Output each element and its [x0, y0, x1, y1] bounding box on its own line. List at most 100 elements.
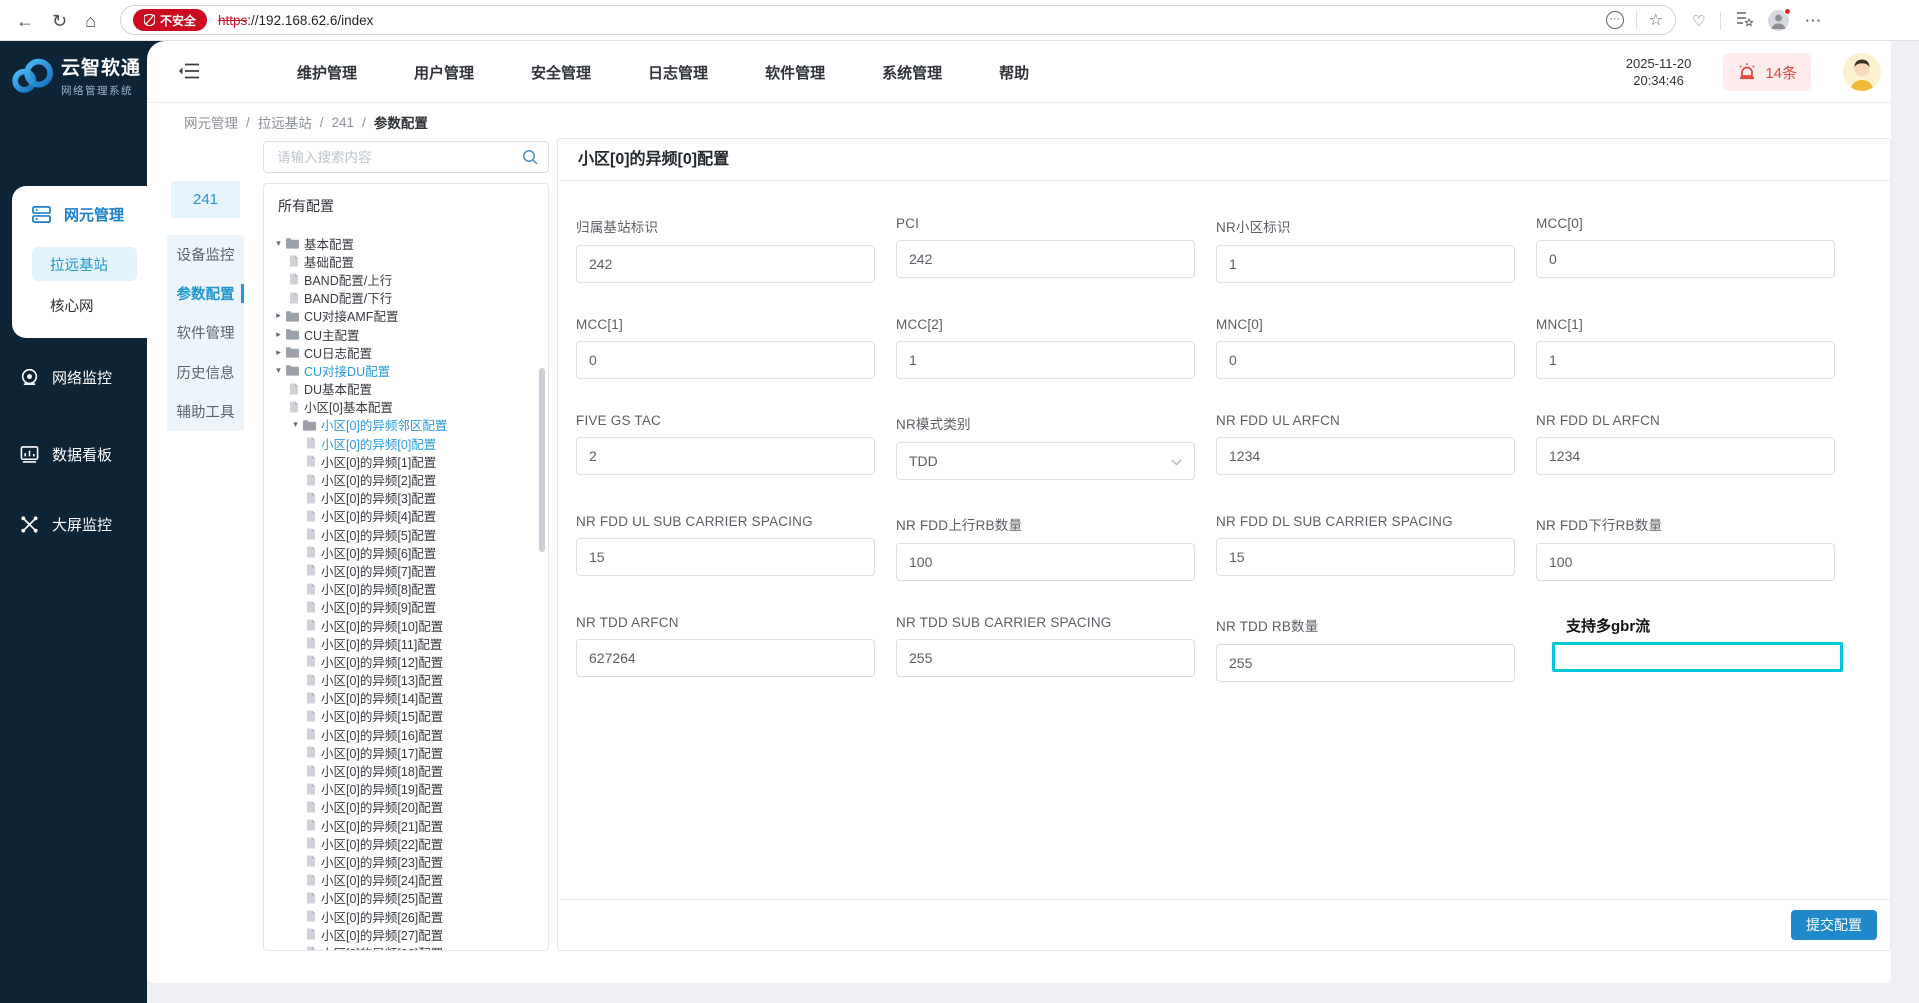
tree-node[interactable]: 小区[0]的异频[27]配置	[264, 925, 548, 943]
tree-node[interactable]: 小区[0]的异频[8]配置	[264, 580, 548, 598]
tree-node[interactable]: 小区[0]的异频[3]配置	[264, 489, 548, 507]
form-field-select[interactable]: TDD	[896, 442, 1195, 480]
sidebar-item-network-monitor[interactable]: 网络监控	[20, 367, 112, 388]
tree-node[interactable]: 小区[0]的异频[18]配置	[264, 761, 548, 779]
tree-node[interactable]: ▾ 基本配置	[264, 234, 548, 252]
form-field-input[interactable]	[1216, 644, 1515, 682]
tree-node[interactable]: 小区[0]的异频[23]配置	[264, 852, 548, 870]
alarm-badge[interactable]: 14条	[1723, 53, 1811, 91]
top-nav-item[interactable]: 安全管理	[531, 62, 591, 83]
tree-node[interactable]: 小区[0]的异频[22]配置	[264, 834, 548, 852]
sidebar-item-big-screen[interactable]: 大屏监控	[20, 514, 112, 535]
search-icon[interactable]	[522, 149, 539, 171]
mini-menu-item[interactable]: 软件管理	[167, 313, 244, 352]
sidebar-item-data-dashboard[interactable]: 数据看板	[20, 444, 112, 465]
collections-icon[interactable]	[1736, 10, 1755, 31]
form-field-input[interactable]	[1552, 642, 1843, 672]
tree-node[interactable]: 小区[0]的异频[21]配置	[264, 816, 548, 834]
tree-node[interactable]: 小区[0]的异频[16]配置	[264, 725, 548, 743]
tree-node[interactable]: 基础配置	[264, 252, 548, 270]
form-field-input[interactable]	[576, 639, 875, 677]
form-field-input[interactable]	[896, 240, 1195, 278]
browser-home-icon[interactable]: ⌂	[85, 12, 96, 30]
security-badge[interactable]: 不安全	[133, 9, 208, 31]
caret-right-icon[interactable]: ▸	[272, 310, 285, 321]
caret-right-icon[interactable]: ▸	[272, 347, 285, 358]
tree-node[interactable]: 小区[0]的异频[26]配置	[264, 907, 548, 925]
browser-menu-icon[interactable]: ⋯	[1804, 11, 1821, 31]
form-field-input[interactable]	[1536, 437, 1835, 475]
breadcrumb-item[interactable]: 网元管理	[184, 112, 238, 132]
caret-right-icon[interactable]: ▸	[272, 329, 285, 340]
tree-node[interactable]: 小区[0]的异频[15]配置	[264, 707, 548, 725]
browser-essentials-icon[interactable]: ♡	[1692, 12, 1705, 30]
mini-menu-item[interactable]: 辅助工具	[167, 392, 244, 431]
breadcrumb-item[interactable]: 241	[332, 115, 355, 130]
tree-node[interactable]: ▾ 小区[0]的异频邻区配置	[264, 416, 548, 434]
tree-node[interactable]: ▸ CU对接AMF配置	[264, 307, 548, 325]
tree-node[interactable]: 小区[0]基本配置	[264, 398, 548, 416]
tree-node[interactable]: ▸ CU主配置	[264, 325, 548, 343]
form-field-input[interactable]	[576, 245, 875, 283]
caret-down-icon[interactable]: ▾	[272, 365, 285, 376]
tree-node[interactable]: 小区[0]的异频[13]配置	[264, 671, 548, 689]
form-field-input[interactable]	[1536, 341, 1835, 379]
top-nav-item[interactable]: 维护管理	[297, 62, 357, 83]
tree-node[interactable]: 小区[0]的异频[5]配置	[264, 525, 548, 543]
form-field-input[interactable]	[896, 639, 1195, 677]
tree-node[interactable]: 小区[0]的异频[12]配置	[264, 652, 548, 670]
tree-node[interactable]: ▸ CU日志配置	[264, 343, 548, 361]
form-field-input[interactable]	[576, 437, 875, 475]
tree-node[interactable]: BAND配置/下行	[264, 289, 548, 307]
user-avatar[interactable]	[1843, 53, 1881, 91]
tree-node[interactable]: 小区[0]的异频[28]配置	[264, 943, 548, 950]
tree-node[interactable]: 小区[0]的异频[20]配置	[264, 798, 548, 816]
top-nav-item[interactable]: 用户管理	[414, 62, 474, 83]
tree-node[interactable]: 小区[0]的异频[24]配置	[264, 871, 548, 889]
breadcrumb-item[interactable]: 拉远基站	[258, 112, 312, 132]
tree-scrollbar[interactable]	[539, 368, 545, 552]
form-field-input[interactable]	[576, 341, 875, 379]
sidebar-subitem-remote-station[interactable]: 拉远基站	[32, 247, 137, 281]
tree-node[interactable]: 小区[0]的异频[0]配置	[264, 434, 548, 452]
browser-profile-icon[interactable]	[1768, 8, 1792, 31]
tree-node[interactable]: 小区[0]的异频[4]配置	[264, 507, 548, 525]
caret-down-icon[interactable]: ▾	[272, 238, 285, 249]
tree-node[interactable]: 小区[0]的异频[2]配置	[264, 470, 548, 488]
tree-node[interactable]: 小区[0]的异频[9]配置	[264, 598, 548, 616]
sidebar-item-network-elements[interactable]: 网元管理	[32, 204, 124, 225]
mini-menu-item[interactable]: 设备监控	[167, 235, 244, 274]
station-tab-241[interactable]: 241	[171, 181, 240, 218]
address-bar[interactable]: 不安全 https://192.168.62.6/index ⋯ ☆	[120, 5, 1676, 35]
tree-node[interactable]: BAND配置/上行	[264, 270, 548, 288]
tree-node[interactable]: 小区[0]的异频[1]配置	[264, 452, 548, 470]
sidebar-collapse-icon[interactable]	[178, 61, 200, 86]
top-nav-item[interactable]: 系统管理	[882, 62, 942, 83]
permissions-icon[interactable]: ⋯	[1605, 11, 1624, 29]
top-nav-item[interactable]: 日志管理	[648, 62, 708, 83]
tree-node[interactable]: 小区[0]的异频[25]配置	[264, 889, 548, 907]
form-field-input[interactable]	[896, 543, 1195, 581]
tree-node[interactable]: 小区[0]的异频[11]配置	[264, 634, 548, 652]
form-field-input[interactable]	[1536, 240, 1835, 278]
favorite-star-icon[interactable]: ☆	[1649, 10, 1663, 30]
form-field-input[interactable]	[1216, 437, 1515, 475]
tree-node[interactable]: 小区[0]的异频[6]配置	[264, 543, 548, 561]
top-nav-item[interactable]: 帮助	[999, 62, 1029, 83]
form-field-input[interactable]	[1536, 543, 1835, 581]
form-field-input[interactable]	[1216, 245, 1515, 283]
browser-back-icon[interactable]: ←	[16, 12, 34, 30]
form-field-input[interactable]	[1216, 538, 1515, 576]
top-nav-item[interactable]: 软件管理	[765, 62, 825, 83]
tree-node[interactable]: 小区[0]的异频[17]配置	[264, 743, 548, 761]
submit-config-button[interactable]: 提交配置	[1791, 910, 1877, 940]
tree-node[interactable]: 小区[0]的异频[7]配置	[264, 561, 548, 579]
sidebar-subitem-core-network[interactable]: 核心网	[32, 288, 137, 322]
tree-node[interactable]: ▾ CU对接DU配置	[264, 361, 548, 379]
browser-refresh-icon[interactable]: ↻	[52, 12, 67, 30]
form-field-input[interactable]	[576, 538, 875, 576]
tree-node[interactable]: 小区[0]的异频[19]配置	[264, 780, 548, 798]
caret-down-icon[interactable]: ▾	[289, 419, 302, 430]
form-field-input[interactable]	[1216, 341, 1515, 379]
tree-node[interactable]: DU基本配置	[264, 380, 548, 398]
